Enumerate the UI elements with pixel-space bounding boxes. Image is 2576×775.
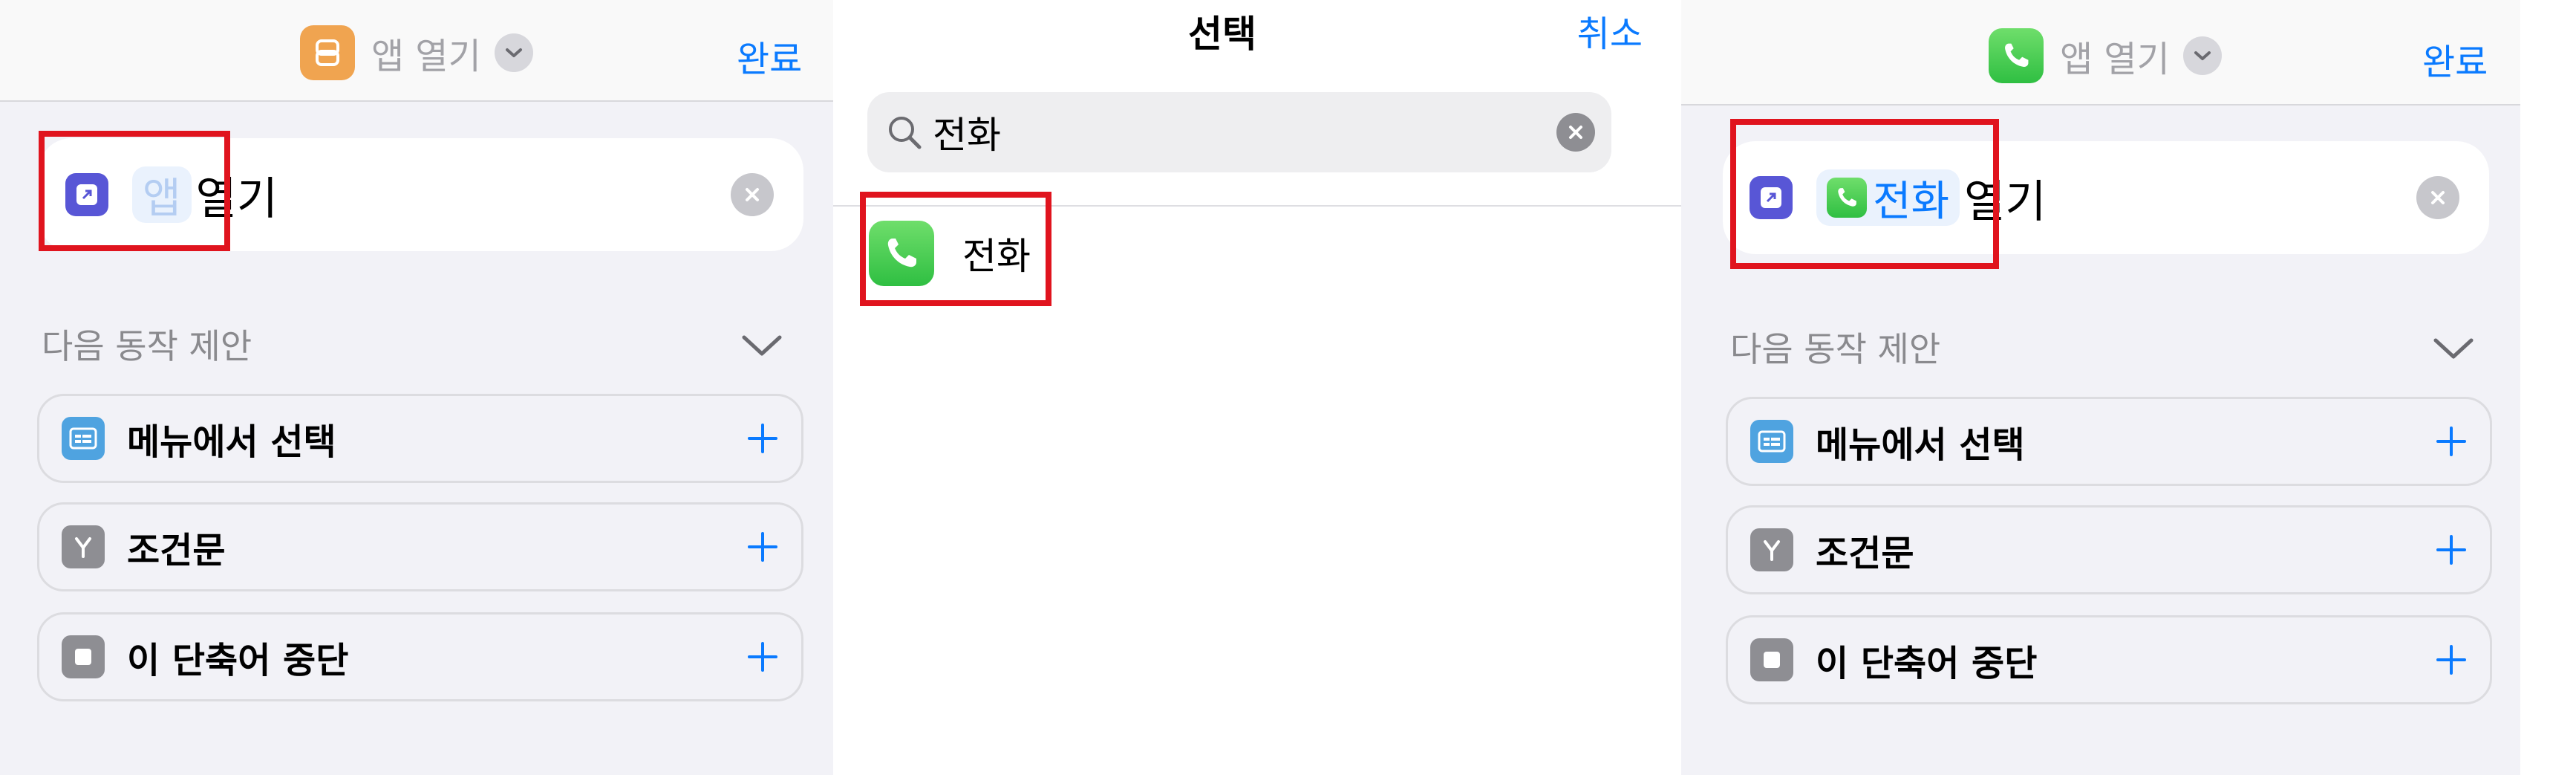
close-icon [1569, 126, 1582, 139]
branch-icon [62, 525, 105, 568]
clear-search-button[interactable] [1556, 113, 1595, 152]
plus-icon[interactable] [2435, 643, 2468, 676]
suggestion-item[interactable]: 조건문 [1726, 505, 2492, 594]
cancel-button[interactable]: 취소 [1577, 4, 1643, 56]
suggestion-label: 이 단축어 중단 [1816, 643, 2038, 684]
chevron-down-icon[interactable] [740, 330, 784, 360]
nav-bar: 앱 열기 완료 [1681, 0, 2520, 106]
shortcuts-app-icon [300, 25, 355, 80]
panel-before: 앱 열기 완료 앱 열기 다음 동작 제안 메뉴에서 선택 조건문 이 단축어 … [0, 0, 833, 775]
menu-icon [1750, 420, 1793, 463]
remove-action-button[interactable] [2416, 176, 2459, 219]
nav-title-button[interactable]: 앱 열기 [300, 25, 533, 80]
plus-icon[interactable] [2435, 425, 2468, 458]
blank-margin [2520, 0, 2576, 775]
suggestion-item[interactable]: 메뉴에서 선택 [1726, 397, 2492, 486]
plus-icon[interactable] [746, 641, 779, 673]
phone-app-icon [1989, 28, 2044, 83]
suggestion-label: 이 단축어 중단 [127, 640, 349, 681]
stop-icon [1750, 638, 1793, 681]
branch-icon [1750, 528, 1793, 571]
stop-icon [62, 635, 105, 678]
search-icon [889, 117, 922, 149]
suggestion-label: 조건문 [1816, 533, 1914, 574]
suggestion-item[interactable]: 이 단축어 중단 [37, 612, 803, 701]
done-button[interactable]: 완료 [737, 30, 802, 82]
nav-title-button[interactable]: 앱 열기 [1989, 28, 2222, 83]
close-icon [2431, 191, 2445, 204]
menu-icon [62, 417, 105, 460]
nav-title: 앱 열기 [371, 36, 481, 77]
search-input[interactable] [933, 111, 1512, 154]
suggestion-label: 메뉴에서 선택 [127, 421, 336, 463]
highlight-box [39, 131, 230, 251]
nav-bar: 앱 열기 완료 [0, 0, 833, 102]
suggestions-title: 다음 동작 제안 [42, 326, 252, 366]
panel-after: 앱 열기 완료 전화 열기 다음 동작 제안 메뉴에서 선택 조건문 이 단축어… [1681, 0, 2520, 775]
suggestion-item[interactable]: 이 단축어 중단 [1726, 615, 2492, 704]
chevron-down-icon [2182, 36, 2222, 75]
plus-icon[interactable] [746, 531, 779, 563]
suggestion-label: 메뉴에서 선택 [1816, 424, 2025, 466]
remove-action-button[interactable] [731, 173, 774, 216]
suggestion-label: 조건문 [127, 530, 226, 571]
panel-search: 선택 취소 전화 [833, 0, 1681, 775]
chevron-down-icon [494, 33, 533, 72]
plus-icon[interactable] [746, 422, 779, 455]
nav-title: 앱 열기 [2060, 39, 2170, 80]
search-bar[interactable] [867, 92, 1611, 172]
suggestions-title: 다음 동작 제안 [1730, 329, 1941, 369]
plus-icon[interactable] [2435, 534, 2468, 566]
done-button[interactable]: 완료 [2422, 33, 2488, 85]
page-title: 선택 [1188, 13, 1256, 56]
highlight-box [1730, 119, 1999, 269]
suggestion-item[interactable]: 조건문 [37, 502, 803, 591]
highlight-box [860, 192, 1051, 306]
close-icon [746, 188, 759, 201]
chevron-down-icon[interactable] [2431, 333, 2476, 363]
suggestion-item[interactable]: 메뉴에서 선택 [37, 394, 803, 483]
